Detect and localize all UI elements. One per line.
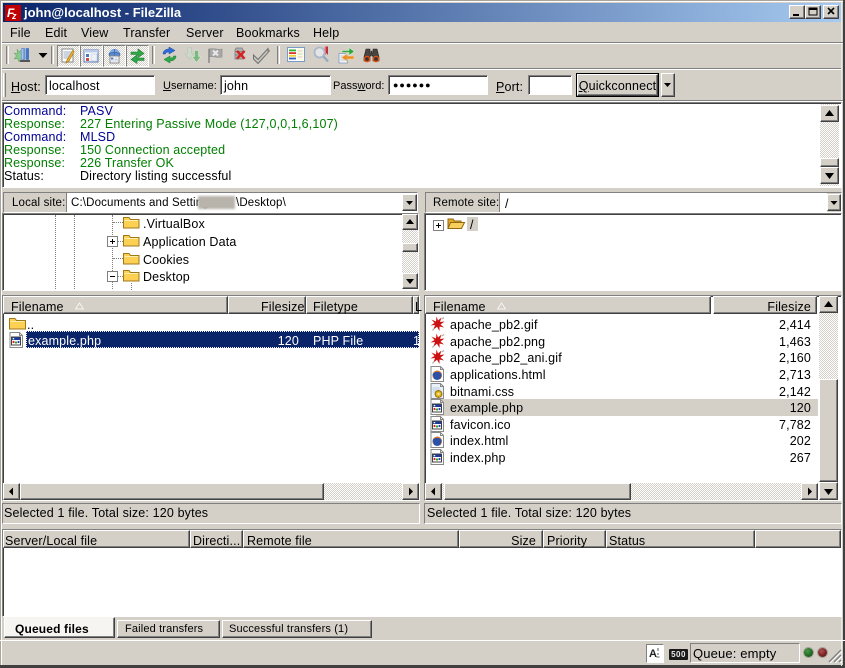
svg-text:A: A bbox=[649, 648, 657, 660]
svg-text:z: z bbox=[11, 11, 17, 21]
